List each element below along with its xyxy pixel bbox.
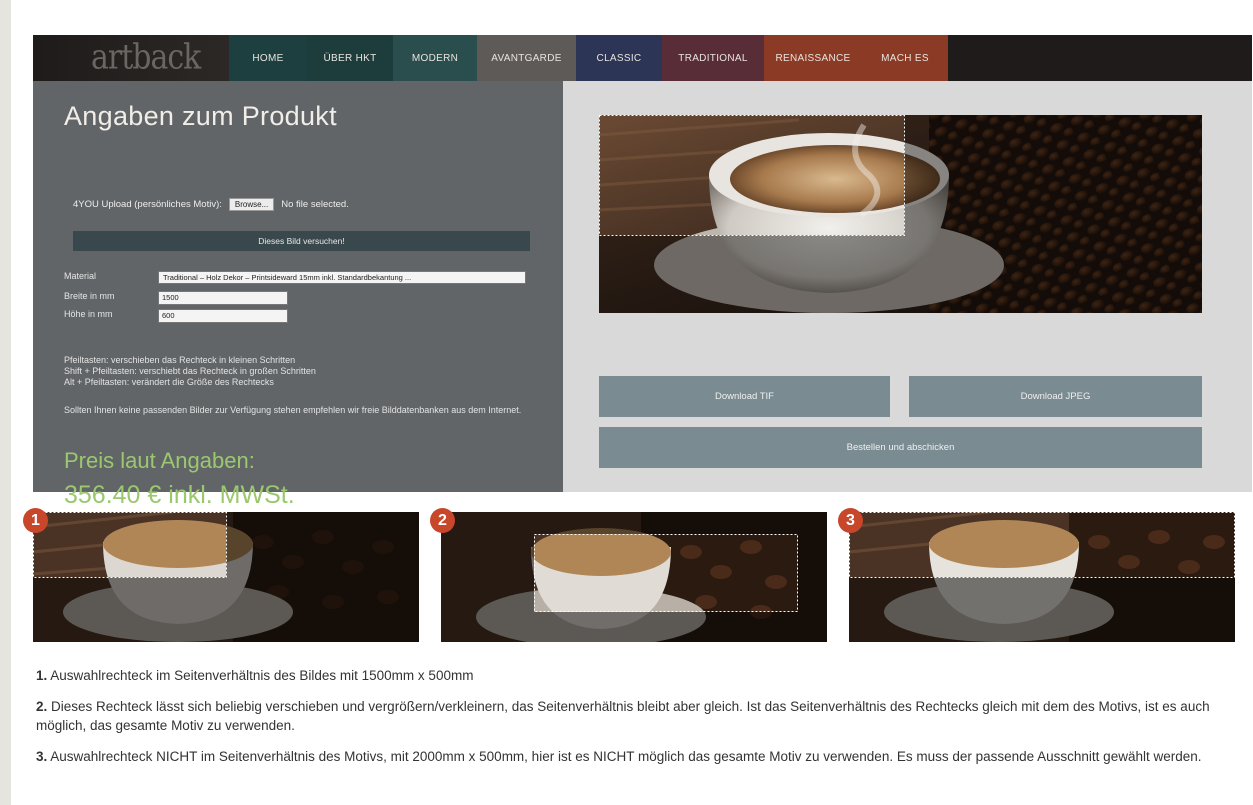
hint-arrow-keys: Pfeiltasten: verschieben das Rechteck in… xyxy=(64,355,296,365)
nav-avantgarde[interactable]: AVANTGARDE xyxy=(477,35,576,81)
coffee-image xyxy=(599,115,1202,313)
upload-row: 4YOU Upload (persönliches Motiv): Browse… xyxy=(73,198,349,211)
description-text: Dieses Rechteck lässt sich beliebig vers… xyxy=(36,699,1210,733)
download-jpeg-button[interactable]: Download JPEG xyxy=(909,376,1202,417)
nav-home[interactable]: HOME xyxy=(229,35,307,81)
description-number: 3. xyxy=(36,749,48,764)
description-number: 1. xyxy=(36,668,48,683)
no-file-text: No file selected. xyxy=(281,199,349,210)
logo-text: artback xyxy=(91,37,201,78)
try-image-button[interactable]: Dieses Bild versuchen! xyxy=(73,231,530,251)
example-thumbnail-3 xyxy=(849,512,1235,642)
coffee-image xyxy=(849,512,1235,642)
description-text: Auswahlrechteck im Seitenverhältnis des … xyxy=(47,668,474,683)
nav-modern[interactable]: MODERN xyxy=(393,35,477,81)
motif-image-editor[interactable] xyxy=(599,115,1202,313)
hint-alt-arrows: Alt + Pfeiltasten: verändert die Größe d… xyxy=(64,377,274,387)
download-tif-button[interactable]: Download TIF xyxy=(599,376,890,417)
form-title: Angaben zum Produkt xyxy=(64,101,337,131)
width-input[interactable]: 1500 xyxy=(158,291,288,305)
description-2: 2. Dieses Rechteck lässt sich beliebig v… xyxy=(36,697,1233,735)
example-thumbnail-2 xyxy=(441,512,827,642)
top-navigation: artback HOME ÜBER HKT MODERN AVANTGARDE … xyxy=(33,35,1252,81)
nav-classic[interactable]: CLASSIC xyxy=(576,35,662,81)
description-1: 1. Auswahlrechteck im Seitenverhältnis d… xyxy=(36,666,1233,685)
coffee-image xyxy=(33,512,419,642)
browse-button[interactable]: Browse... xyxy=(228,198,275,211)
order-button[interactable]: Bestellen und abschicken xyxy=(599,427,1202,468)
logo[interactable]: artback xyxy=(33,35,229,81)
nav-ueber-hkt[interactable]: ÜBER HKT xyxy=(307,35,393,81)
price-label: Preis laut Angaben: xyxy=(64,448,255,473)
upload-label: 4YOU Upload (persönliches Motiv): xyxy=(73,199,222,210)
description-number: 2. xyxy=(36,699,48,714)
coffee-image xyxy=(441,512,827,642)
nav-traditional[interactable]: TRADITIONAL xyxy=(662,35,764,81)
hint-shift-arrows: Shift + Pfeiltasten: verschiebt das Rech… xyxy=(64,366,316,376)
height-label: Höhe in mm xyxy=(64,309,113,319)
product-form-panel: Angaben zum Produkt 4YOU Upload (persönl… xyxy=(33,81,563,509)
app-screenshot: artback HOME ÜBER HKT MODERN AVANTGARDE … xyxy=(33,35,1252,509)
step-badge-1: 1 xyxy=(23,508,48,533)
step-badge-3: 3 xyxy=(838,508,863,533)
description-text: Auswahlrechteck NICHT im Seitenverhältni… xyxy=(47,749,1202,764)
material-select[interactable]: Traditional – Holz Dekor – Printsideward… xyxy=(158,271,526,284)
hint-free-images: Sollten Ihnen keine passenden Bilder zur… xyxy=(64,405,522,415)
nav-mach-es[interactable]: MACH ES xyxy=(862,35,948,81)
image-editor-panel: Download TIF Download JPEG Bestellen und… xyxy=(563,81,1252,492)
example-thumbnail-1 xyxy=(33,512,419,642)
width-label: Breite in mm xyxy=(64,291,115,301)
nav-renaissance[interactable]: RENAISSANCE xyxy=(764,35,862,81)
height-input[interactable]: 600 xyxy=(158,309,288,323)
price-value: 356.40 € inkl. MWSt. xyxy=(64,481,295,509)
material-label: Material xyxy=(64,271,97,281)
description-3: 3. Auswahlrechteck NICHT im Seitenverhäl… xyxy=(36,747,1233,766)
step-badge-2: 2 xyxy=(430,508,455,533)
